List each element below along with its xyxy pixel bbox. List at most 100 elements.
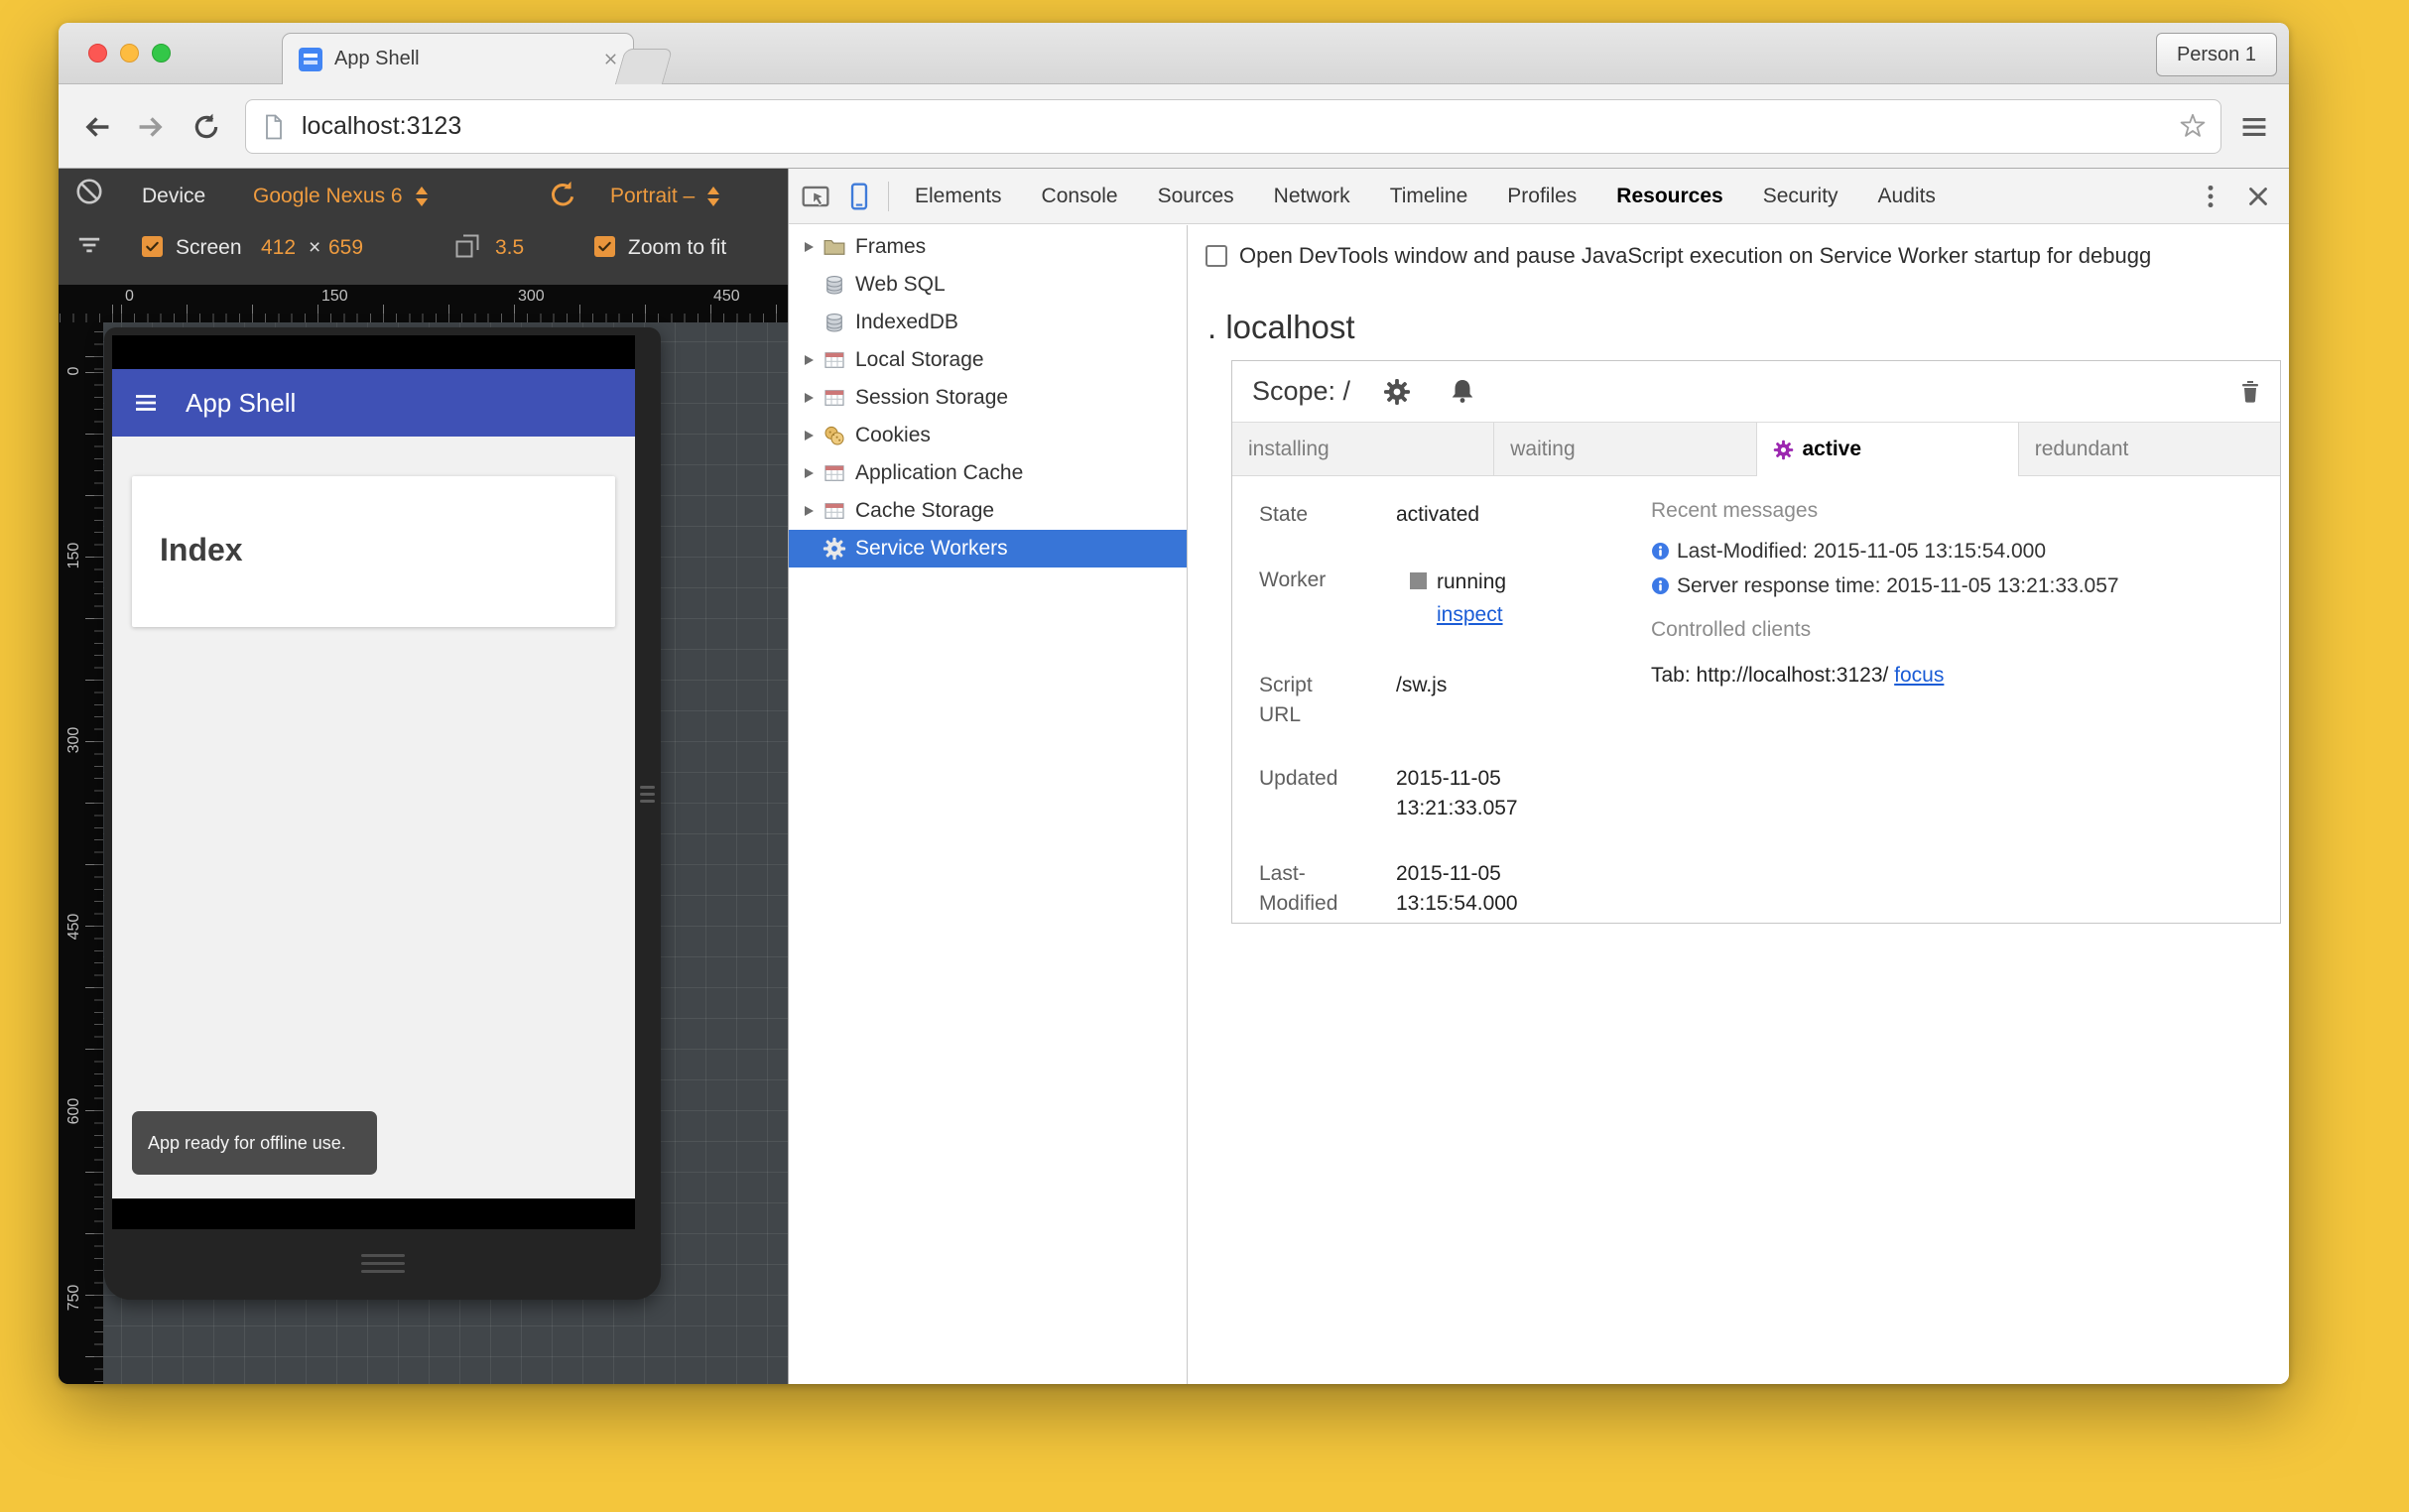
sw-worker-row: Worker running inspect — [1259, 566, 1626, 631]
disclosure-triangle-icon[interactable] — [805, 393, 814, 403]
app-menu-icon[interactable] — [132, 389, 160, 417]
script-url-label: Script URL — [1259, 674, 1313, 726]
tab-console[interactable]: Console — [1022, 169, 1138, 224]
browser-menu-button[interactable] — [2235, 108, 2273, 146]
worker-value: running inspect — [1396, 566, 1570, 631]
emulated-device-frame: App Shell Index App ready for offline us… — [104, 327, 661, 1300]
sidebar-item-label: Web SQL — [855, 273, 946, 296]
media-queries-button[interactable] — [74, 230, 104, 260]
profile-button[interactable]: Person 1 — [2155, 33, 2277, 76]
sw-tab-active[interactable]: active — [1756, 423, 2019, 476]
disclosure-triangle-icon[interactable] — [805, 355, 814, 365]
sidebar-item-session-storage[interactable]: Session Storage — [789, 379, 1187, 417]
sidebar-item-cookies[interactable]: Cookies — [789, 417, 1187, 454]
check-icon — [596, 238, 613, 255]
sw-state-row: State activated — [1259, 500, 1626, 530]
screen-height-field[interactable]: 659 — [328, 236, 363, 260]
sidebar-item-service-workers[interactable]: Service Workers — [789, 530, 1187, 567]
sw-pause-label: Open DevTools window and pause JavaScrip… — [1239, 243, 2152, 268]
sw-tab-active-label: active — [1802, 438, 1862, 460]
disclosure-triangle-icon[interactable] — [805, 242, 814, 252]
focus-client-link[interactable]: focus — [1894, 664, 1944, 687]
orientation-select[interactable]: Portrait – — [610, 185, 721, 208]
sw-update-icon[interactable] — [1383, 378, 1411, 406]
app-body: Index App ready for offline use. — [112, 437, 635, 1198]
horizontal-ruler: 0 150 300 450 — [59, 285, 788, 322]
disclosure-triangle-icon[interactable] — [805, 431, 814, 441]
sw-message: Last-Modified: 2015-11-05 13:15:54.000 — [1651, 534, 2266, 568]
tab-elements[interactable]: Elements — [895, 169, 1022, 224]
sw-scope-label: Scope: / — [1252, 376, 1351, 406]
devtools-menu-button[interactable] — [2196, 182, 2225, 211]
sw-tab-redundant[interactable]: redundant — [2018, 423, 2280, 476]
new-tab-button[interactable] — [614, 49, 674, 84]
delete-registration-icon[interactable] — [2236, 377, 2264, 405]
device-resize-handle[interactable] — [360, 1254, 405, 1278]
tab-close-icon[interactable] — [602, 51, 619, 67]
browser-tab[interactable]: App Shell — [282, 33, 634, 84]
info-icon — [1651, 542, 1670, 561]
tab-resources[interactable]: Resources — [1596, 169, 1742, 224]
script-url-value: /sw.js — [1396, 674, 1448, 696]
address-bar[interactable]: localhost:3123 — [245, 99, 2221, 154]
tab-timeline[interactable]: Timeline — [1370, 169, 1488, 224]
close-window-button[interactable] — [88, 44, 107, 63]
bookmark-star-icon[interactable] — [2179, 113, 2207, 141]
device-pixel-ratio-field[interactable]: 3.5 — [495, 236, 524, 260]
ruler-number: 150 — [65, 542, 82, 569]
sidebar-item-label: Application Cache — [855, 461, 1024, 484]
block-overlay-button[interactable] — [74, 177, 104, 206]
sw-pause-checkbox[interactable] — [1205, 245, 1227, 267]
url-text: localhost:3123 — [302, 112, 462, 140]
ruler-number: 600 — [65, 1097, 82, 1125]
tab-profiles[interactable]: Profiles — [1487, 169, 1596, 224]
vertical-dots-icon — [2196, 182, 2225, 211]
device-emulation-pane: Device Google Nexus 6 Portrait – Screen … — [59, 169, 788, 1384]
device-model-select[interactable]: Google Nexus 6 — [253, 185, 430, 208]
forward-icon — [135, 111, 167, 143]
orientation-value: Portrait – — [610, 185, 696, 207]
check-icon — [144, 238, 161, 255]
tab-network[interactable]: Network — [1254, 169, 1370, 224]
updated-label: Updated — [1259, 767, 1338, 790]
device-mode-button[interactable] — [844, 182, 874, 211]
disclosure-triangle-icon[interactable] — [805, 506, 814, 516]
rotate-button[interactable] — [547, 179, 578, 210]
tab-sources[interactable]: Sources — [1138, 169, 1254, 224]
push-notification-icon[interactable] — [1449, 377, 1476, 405]
table-icon — [823, 386, 846, 410]
screen-checkbox[interactable] — [142, 236, 163, 257]
sw-tab-installing[interactable]: installing — [1232, 423, 1495, 476]
throttle-bars-icon — [74, 230, 104, 260]
disclosure-triangle-icon[interactable] — [805, 468, 814, 478]
zoom-window-button[interactable] — [152, 44, 171, 63]
forward-button[interactable] — [132, 108, 170, 146]
sidebar-item-web-sql[interactable]: Web SQL — [789, 266, 1187, 304]
stop-worker-icon[interactable] — [1410, 572, 1427, 589]
sidebar-item-application-cache[interactable]: Application Cache — [789, 454, 1187, 492]
minimize-window-button[interactable] — [120, 44, 139, 63]
service-workers-main: Open DevTools window and pause JavaScrip… — [1188, 225, 2289, 1384]
device-phone-icon — [844, 182, 874, 211]
inspect-element-button[interactable] — [801, 182, 830, 211]
tab-audits[interactable]: Audits — [1858, 169, 1956, 224]
sw-scope-row: Scope: / — [1232, 361, 2280, 423]
index-card: Index — [132, 476, 615, 627]
vertical-ruler: 0 150 300 450 600 750 — [59, 322, 103, 1384]
sidebar-item-cache-storage[interactable]: Cache Storage — [789, 492, 1187, 530]
screen-width-field[interactable]: 412 — [261, 236, 296, 260]
inspect-worker-link[interactable]: inspect — [1437, 603, 1503, 626]
hamburger-menu-icon — [2238, 111, 2270, 143]
sidebar-item-indexeddb[interactable]: IndexedDB — [789, 304, 1187, 341]
tab-security[interactable]: Security — [1743, 169, 1858, 224]
sidebar-item-frames[interactable]: Frames — [789, 228, 1187, 266]
zoom-to-fit-checkbox[interactable] — [594, 236, 615, 257]
sw-details-left-column: State activated Worker running inspect S… — [1259, 500, 1626, 919]
devtools-close-button[interactable] — [2243, 182, 2273, 211]
back-button[interactable] — [78, 108, 116, 146]
sidebar-item-local-storage[interactable]: Local Storage — [789, 341, 1187, 379]
ruler-number: 150 — [321, 288, 348, 305]
sw-tab-waiting[interactable]: waiting — [1494, 423, 1757, 476]
device-resize-handle[interactable] — [640, 786, 655, 807]
reload-button[interactable] — [188, 108, 225, 146]
